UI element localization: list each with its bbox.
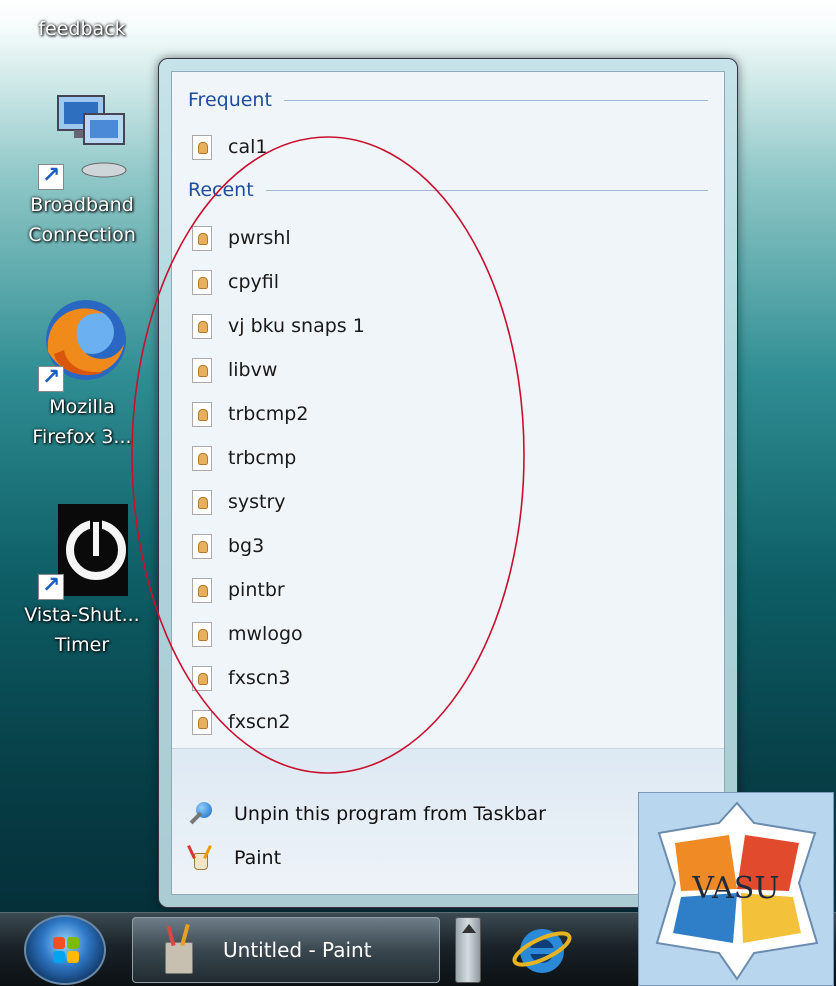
jump-list-item-label: pintbr bbox=[228, 579, 285, 601]
jump-list-item[interactable]: trbcmp bbox=[192, 438, 296, 478]
jump-list-item-label: trbcmp bbox=[228, 447, 297, 469]
jump-list-item-label: bg3 bbox=[228, 535, 265, 557]
bitmap-file-icon bbox=[192, 225, 212, 251]
desktop-icon-label: feedback bbox=[38, 18, 126, 40]
desktop-icon-label: Firefox 3... bbox=[32, 426, 132, 448]
frequent-header-label: Frequent bbox=[188, 89, 272, 111]
desktop-icon-vista-shutdown-timer[interactable]: Vista-Shut... Timer bbox=[12, 500, 152, 660]
paint-jump-list: Frequent cal1 Recent pwrshl cpyfil vj bk… bbox=[158, 58, 738, 908]
jump-list-item[interactable]: trbcmp2 bbox=[192, 394, 308, 434]
shortcut-arrow-icon bbox=[38, 161, 64, 191]
bitmap-file-icon bbox=[192, 709, 212, 735]
jump-list-item[interactable]: mwlogo bbox=[192, 614, 303, 654]
paint-icon bbox=[157, 923, 201, 976]
bitmap-file-icon bbox=[192, 313, 212, 339]
jump-list-item-label: systry bbox=[228, 491, 286, 513]
jump-list-item-label: mwlogo bbox=[228, 623, 303, 645]
jump-list-item-label: cal1 bbox=[228, 136, 268, 158]
jump-list-item[interactable]: cal1 bbox=[192, 127, 267, 167]
jump-list-item-label: vj bku snaps 1 bbox=[228, 315, 365, 337]
unpin-label: Unpin this program from Taskbar bbox=[234, 803, 546, 825]
frequent-section-header: Frequent bbox=[188, 86, 708, 114]
recent-header-label: Recent bbox=[188, 179, 254, 201]
desktop-icon-label: Connection bbox=[28, 224, 136, 246]
vasu-logo-text: VASU bbox=[692, 871, 780, 906]
shortcut-arrow-icon bbox=[38, 363, 64, 393]
taskbar-scroll-up-button[interactable] bbox=[455, 917, 481, 983]
pin-icon bbox=[188, 801, 214, 827]
desktop-icon-mozilla-firefox[interactable]: Mozilla Firefox 3... bbox=[12, 292, 152, 452]
bitmap-file-icon bbox=[192, 577, 212, 603]
section-divider bbox=[265, 189, 708, 191]
desktop-icon-send-feedback[interactable]: feedback bbox=[12, 0, 152, 50]
desktop-icon-label: Timer bbox=[54, 634, 110, 656]
jump-list-item[interactable]: libvw bbox=[192, 350, 277, 390]
jump-list-item[interactable]: pwrshl bbox=[192, 218, 291, 258]
vasu-watermark-logo: VASU bbox=[638, 792, 834, 986]
bitmap-file-icon bbox=[192, 489, 212, 515]
network-computer-icon bbox=[34, 90, 130, 191]
section-divider bbox=[283, 99, 708, 101]
bitmap-file-icon bbox=[192, 269, 212, 295]
bitmap-file-icon bbox=[192, 401, 212, 427]
desktop-icon-label: Mozilla bbox=[49, 396, 115, 418]
power-button-icon bbox=[34, 500, 130, 601]
jump-list-item[interactable]: fxscn2 bbox=[192, 702, 290, 742]
shortcut-arrow-icon bbox=[38, 571, 64, 601]
desktop-icon-label: Broadband bbox=[30, 194, 134, 216]
bitmap-file-icon bbox=[192, 134, 212, 160]
jump-list-item[interactable]: bg3 bbox=[192, 526, 264, 566]
unpin-from-taskbar-item[interactable]: Unpin this program from Taskbar bbox=[188, 793, 546, 835]
jump-list-item-label: cpyfil bbox=[228, 271, 279, 293]
paint-app-item[interactable]: Paint bbox=[187, 837, 282, 879]
jump-list-item[interactable]: cpyfil bbox=[192, 262, 279, 302]
start-button[interactable] bbox=[24, 915, 106, 985]
jump-list-item[interactable]: pintbr bbox=[192, 570, 285, 610]
desktop-icon-label: Vista-Shut... bbox=[24, 604, 140, 626]
jump-list-item-label: pwrshl bbox=[228, 227, 291, 249]
paint-icon bbox=[187, 845, 214, 871]
bitmap-file-icon bbox=[192, 357, 212, 383]
jump-list-item-label: fxscn3 bbox=[228, 667, 291, 689]
taskbar-button-paint[interactable]: Untitled - Paint bbox=[132, 917, 440, 983]
paint-label: Paint bbox=[234, 847, 282, 869]
jump-list-item[interactable]: systry bbox=[192, 482, 286, 522]
jump-list-item-label: trbcmp2 bbox=[228, 403, 309, 425]
taskbar-button-label: Untitled - Paint bbox=[223, 938, 372, 962]
recent-section-header: Recent bbox=[188, 176, 708, 204]
jump-list-content: Frequent cal1 Recent pwrshl cpyfil vj bk… bbox=[171, 71, 725, 895]
bitmap-file-icon bbox=[192, 533, 212, 559]
jump-list-item[interactable]: vj bku snaps 1 bbox=[192, 306, 365, 346]
bitmap-file-icon bbox=[192, 621, 212, 647]
jump-list-item[interactable]: fxscn3 bbox=[192, 658, 290, 698]
internet-explorer-icon[interactable] bbox=[510, 919, 572, 981]
firefox-icon bbox=[34, 292, 130, 393]
jump-list-item-label: libvw bbox=[228, 359, 278, 381]
windows-logo-icon bbox=[53, 937, 81, 965]
desktop-icon-broadband-connection[interactable]: Broadband Connection bbox=[12, 90, 152, 250]
jump-list-item-label: fxscn2 bbox=[228, 711, 291, 733]
bitmap-file-icon bbox=[192, 665, 212, 691]
bitmap-file-icon bbox=[192, 445, 212, 471]
